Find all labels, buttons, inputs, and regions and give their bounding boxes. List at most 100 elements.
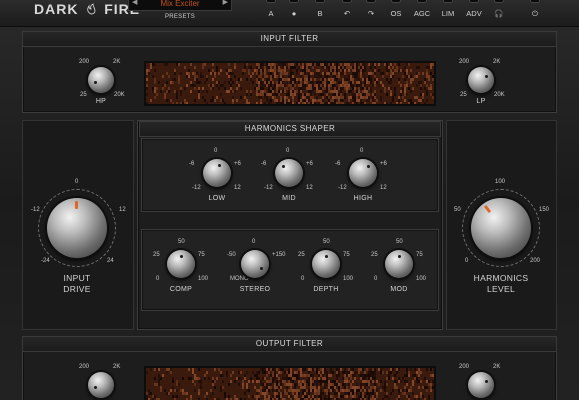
high-scale-bl: -12 — [338, 185, 347, 191]
mid-scale-right: +6 — [306, 161, 313, 167]
hp-scale-200: 200 — [79, 59, 90, 65]
comp-scale-top: 50 — [178, 239, 185, 245]
out-lp-knob[interactable] — [468, 372, 494, 398]
mid-scale-br: 12 — [306, 185, 313, 191]
lp-label: LP — [476, 98, 486, 105]
toolbar-power-icon[interactable]: ⏻ — [524, 8, 546, 20]
toolbar-headphones-icon[interactable]: 🎧 — [488, 8, 510, 20]
harmonics-level-section: 100 50 150 0 200 HARMONICS LEVEL — [446, 120, 557, 330]
mid-knob-pointer — [282, 165, 286, 169]
depth-scale-left: 25 — [298, 252, 305, 258]
output-filter-title: OUTPUT FILTER — [22, 336, 557, 352]
comp-scale-br: 100 — [198, 276, 209, 282]
hp-scale-20k: 20K — [114, 92, 125, 98]
hp-knob[interactable] — [88, 67, 114, 93]
level-scale-100: 100 — [495, 179, 506, 185]
drive-scale-24: 24 — [107, 258, 114, 264]
stereo-scale-left: -50 — [227, 252, 236, 258]
input-drive-label-2: DRIVE — [63, 284, 91, 294]
low-scale-left: -6 — [189, 161, 195, 167]
harmonics-level-knob[interactable] — [471, 198, 531, 258]
toolbar-redo-icon[interactable]: ↷ — [360, 8, 382, 20]
drive-scale-minus12: -12 — [31, 207, 40, 213]
toolbar-led-9 — [494, 0, 504, 3]
low-knob-pointer — [217, 163, 221, 167]
presets-label: PRESETS — [164, 14, 196, 20]
lp-scale-2k: 2K — [493, 59, 501, 65]
preset-next-button[interactable]: ▶ — [223, 0, 228, 6]
depth-label: DEPTH — [313, 286, 339, 293]
mid-scale-bl: -12 — [264, 185, 273, 191]
toolbar-led-10 — [530, 0, 540, 3]
toolbar-led-7 — [443, 0, 453, 3]
input-spectrum-graph — [146, 63, 434, 104]
mod-scale-bl: 0 — [374, 276, 378, 282]
mod-scale-br: 100 — [416, 276, 427, 282]
level-scale-200: 200 — [530, 258, 541, 264]
output-filter-panel: OUTPUT FILTER 200 2K 200 2K — [22, 336, 557, 400]
toolbar-led-0 — [266, 0, 276, 3]
toolbar-button-b[interactable]: B — [309, 8, 331, 20]
lp-knob[interactable] — [468, 67, 494, 93]
input-spectrum-display — [144, 61, 436, 106]
mid-label: MID — [282, 195, 296, 202]
drive-scale-0: 0 — [75, 179, 79, 185]
depth-knob-pointer — [324, 254, 328, 258]
input-drive-label-1: INPUT — [63, 273, 91, 283]
mod-label: MOD — [390, 286, 408, 293]
high-label: HIGH — [353, 195, 373, 202]
toolbar-led-3 — [342, 0, 352, 3]
mid-knob[interactable] — [275, 159, 303, 187]
high-scale-right: +6 — [380, 161, 387, 167]
low-knob[interactable] — [203, 159, 231, 187]
hp-scale-25: 25 — [80, 92, 87, 98]
high-scale-br: 12 — [380, 185, 387, 191]
mod-knob[interactable] — [385, 250, 413, 278]
toolbar-button-adv[interactable]: ADV — [463, 8, 485, 20]
toolbar-button-a[interactable]: A — [260, 8, 282, 20]
out-hp-scale-200: 200 — [79, 364, 90, 370]
depth-scale-br: 100 — [343, 276, 354, 282]
input-filter-title: INPUT FILTER — [22, 31, 557, 47]
eq-subpanel: 0 -6 +6 -12 12 LOW 0 -6 +6 -12 12 MID 0 -6 +6 -12 12 HIGH — [141, 138, 439, 212]
toolbar-copy-icon[interactable]: ● — [283, 8, 305, 20]
header-bar: DARK FIRE ◀ Mix Exciter ▶ PRESETS A ● B ↶ ↷ O… — [0, 0, 579, 27]
toolbar-led-6 — [417, 0, 427, 3]
out-hp-knob[interactable] — [88, 372, 114, 398]
input-drive-knob[interactable] — [47, 198, 107, 258]
brand-left: DARK — [34, 1, 79, 17]
mid-scale-left: -6 — [261, 161, 267, 167]
toolbar-undo-icon[interactable]: ↶ — [336, 8, 358, 20]
flame-icon — [87, 3, 96, 15]
low-scale-bl: -12 — [192, 185, 201, 191]
plugin-window: DARK FIRE ◀ Mix Exciter ▶ PRESETS A ● B ↶ ↷ O… — [0, 0, 579, 400]
controls-subpanel: 50 25 75 0 100 COMP 0 -50 +150 MONO STEREO 50 25 75 0 1… — [141, 229, 439, 311]
preset-name[interactable]: Mix Exciter — [129, 0, 231, 8]
toolbar-led-5 — [391, 0, 401, 3]
stereo-knob-pointer — [260, 266, 264, 270]
comp-knob[interactable] — [167, 250, 195, 278]
low-scale-top: 0 — [214, 148, 218, 154]
comp-scale-left: 25 — [153, 252, 160, 258]
input-filter-panel: INPUT FILTER 200 2K 25 20K HP 200 2K 25 … — [22, 31, 557, 113]
toolbar-button-agc[interactable]: AGC — [411, 8, 433, 20]
output-spectrum-display — [144, 366, 436, 400]
toolbar-button-lim[interactable]: LIM — [437, 8, 459, 20]
toolbar-button-os[interactable]: OS — [385, 8, 407, 20]
toolbar-led-2 — [315, 0, 325, 3]
low-label: LOW — [208, 195, 226, 202]
preset-selector[interactable]: ◀ Mix Exciter ▶ — [128, 0, 232, 11]
comp-scale-bl: 0 — [156, 276, 160, 282]
depth-knob[interactable] — [312, 250, 340, 278]
depth-scale-top: 50 — [323, 239, 330, 245]
level-scale-150: 150 — [539, 207, 550, 213]
stereo-knob[interactable] — [241, 250, 269, 278]
toolbar-led-4 — [366, 0, 376, 3]
out-lp-knob-pointer — [485, 380, 488, 383]
comp-scale-right: 75 — [198, 252, 205, 258]
depth-scale-bl: 0 — [301, 276, 305, 282]
high-knob[interactable] — [349, 159, 377, 187]
mid-scale-top: 0 — [286, 148, 290, 154]
lp-knob-pointer — [485, 75, 488, 78]
out-hp-scale-2k: 2K — [113, 364, 121, 370]
